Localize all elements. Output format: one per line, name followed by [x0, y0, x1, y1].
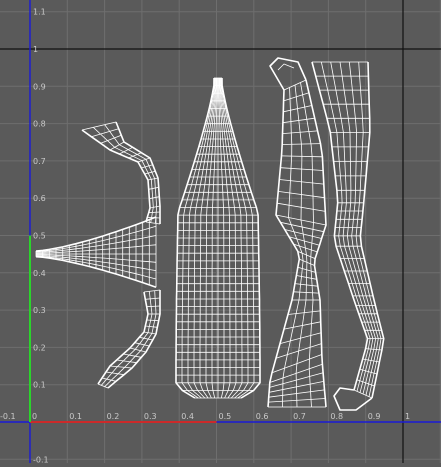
wire-edge — [139, 336, 153, 341]
wire-edge — [148, 211, 161, 214]
v-tick-label: 0.4 — [33, 269, 46, 278]
wire-edge — [147, 216, 161, 219]
u-tick-label: 0.1 — [69, 412, 82, 421]
u-tick-label: 0.7 — [293, 412, 306, 421]
u-tick-label: 0.5 — [219, 412, 232, 421]
uv-axes — [0, 0, 441, 463]
v-tick-label: 0.2 — [33, 343, 46, 352]
long-strip-curl — [333, 387, 373, 411]
u-tick-label: 0.8 — [330, 412, 343, 421]
uv-grid — [0, 0, 441, 463]
u-tick-label-negative: -0.1 — [0, 412, 16, 421]
fin-upper-strip[interactable] — [81, 121, 161, 225]
wire-edge — [141, 164, 153, 169]
wire-edge — [282, 87, 304, 408]
u-tick-label: 0 — [32, 412, 37, 421]
wire-edge — [148, 186, 159, 190]
wire-edge — [145, 325, 158, 328]
v-tick-label: 1 — [33, 45, 38, 54]
wire-edge — [145, 297, 161, 300]
fin-lower-strip[interactable] — [97, 289, 161, 389]
u-tick-label: 0.2 — [107, 412, 120, 421]
wire-edge — [144, 170, 156, 175]
v-tick-label: 0.9 — [33, 82, 46, 91]
u-tick-label: 1 — [405, 412, 410, 421]
v-tick-label: 0.6 — [33, 194, 46, 203]
wire-edge — [145, 221, 161, 225]
wire-edge — [116, 359, 137, 364]
bottle-shell[interactable] — [175, 77, 261, 399]
wire-edge — [146, 319, 159, 322]
v-tick-label: 0.5 — [33, 232, 46, 241]
v-tick-label-negative: -0.1 — [33, 455, 49, 463]
v-tick-label: 0.7 — [33, 157, 46, 166]
uv-canvas[interactable]: 0 0.1 0.2 0.3 0.4 0.5 0.6 0.7 0.8 0.9 1 -0.1 0.1 0.2 0… — [0, 0, 441, 464]
wire-edge — [294, 84, 308, 408]
wire-edge — [147, 177, 159, 181]
wire-edge — [81, 129, 151, 223]
v-tick-label: 0.1 — [33, 381, 46, 390]
u-tick-label: 0.4 — [181, 412, 194, 421]
v-tick-label: 0.3 — [33, 306, 46, 315]
uv-editor-viewport[interactable]: 0 0.1 0.2 0.3 0.4 0.5 0.6 0.7 0.8 0.9 1 -0.1 0.1 0.2 0… — [0, 0, 441, 464]
wire-edge — [143, 331, 157, 335]
wire-edge — [100, 134, 122, 144]
v-tick-label: 1.1 — [33, 8, 46, 17]
v-tick-label: 0.8 — [33, 120, 46, 129]
wire-edge — [97, 291, 149, 385]
wire-edge — [267, 89, 301, 408]
wire-edge — [123, 353, 142, 358]
wire-edge — [129, 347, 147, 353]
wire-edge — [109, 365, 133, 369]
fin-shell[interactable] — [35, 216, 157, 289]
wire-edge — [143, 289, 161, 293]
wire-edge — [305, 79, 327, 408]
hook-shell[interactable] — [267, 79, 327, 408]
u-tick-label: 0.3 — [144, 412, 157, 421]
wire-edge — [105, 371, 125, 376]
uv-shells[interactable] — [35, 57, 385, 411]
wire-edge — [149, 205, 161, 209]
u-tick-label: 0.6 — [256, 412, 269, 421]
wire-edge — [146, 305, 161, 308]
u-tick-label: 0.9 — [368, 412, 381, 421]
wire-edge — [348, 61, 379, 396]
